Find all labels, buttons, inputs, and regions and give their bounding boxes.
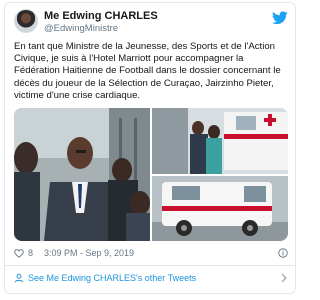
tweet-header: Me Edwing CHARLES @EdwingMinistre xyxy=(14,9,288,37)
avatar[interactable] xyxy=(14,9,38,33)
author-handle[interactable]: @EdwingMinistre xyxy=(44,23,118,34)
chevron-right-icon[interactable] xyxy=(280,273,288,283)
like-count: 8 xyxy=(28,248,34,258)
tweet-meta: 8 3:09 PM - Sep 9, 2019 xyxy=(14,247,288,261)
tweet-card: Me Edwing CHARLES @EdwingMinistre En tan… xyxy=(4,2,296,294)
author-name[interactable]: Me Edwing CHARLES xyxy=(44,10,158,22)
tweet-timestamp[interactable]: 3:09 PM - Sep 9, 2019 xyxy=(44,248,134,258)
photo-ambulance[interactable] xyxy=(152,108,288,174)
photo-ambulance-exterior[interactable] xyxy=(152,176,288,241)
heart-icon[interactable] xyxy=(14,249,24,258)
tweet-media[interactable] xyxy=(14,108,288,241)
photo-minister-press[interactable] xyxy=(14,108,150,241)
twitter-bird-icon[interactable] xyxy=(272,11,288,25)
see-other-tweets-link[interactable]: See Me Edwing CHARLES's other Tweets xyxy=(28,273,196,283)
person-icon xyxy=(14,273,24,283)
info-icon[interactable] xyxy=(278,248,288,258)
tweet-text: En tant que Ministre de la Jeunesse, des… xyxy=(14,41,281,101)
divider xyxy=(5,265,295,266)
tweet-footer[interactable]: See Me Edwing CHARLES's other Tweets xyxy=(14,272,288,286)
